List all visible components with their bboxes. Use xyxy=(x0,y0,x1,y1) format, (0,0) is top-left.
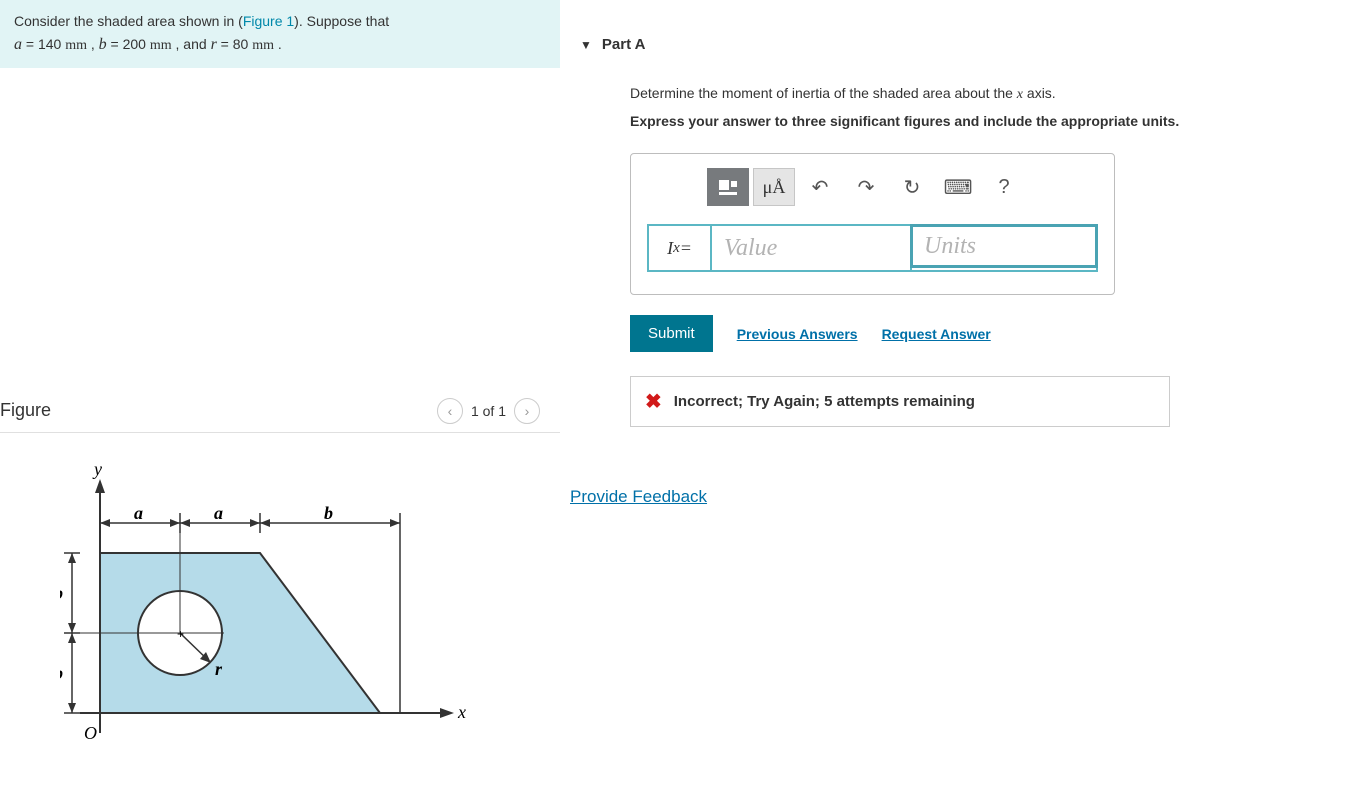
answer-lhs: Ix = xyxy=(649,226,712,270)
reset-button[interactable]: ↻ xyxy=(891,168,933,206)
templates-button[interactable] xyxy=(707,168,749,206)
dim-b-lower: b xyxy=(60,663,63,683)
figure-pager: ‹ 1 of 1 › xyxy=(437,398,540,424)
submit-button[interactable]: Submit xyxy=(630,315,713,352)
text: , and xyxy=(172,36,211,52)
units-input[interactable] xyxy=(910,224,1098,268)
figure-image: y x O a a b xyxy=(0,433,560,753)
svg-text:+: + xyxy=(177,627,184,641)
x-axis-label: x xyxy=(457,702,466,722)
next-figure-button[interactable]: › xyxy=(514,398,540,424)
feedback-box: ✖ Incorrect; Try Again; 5 attempts remai… xyxy=(630,376,1170,427)
dim-b-upper: b xyxy=(60,583,63,603)
dim-a1: a xyxy=(134,503,143,523)
dim-b1: b xyxy=(324,503,333,523)
dim-r: r xyxy=(215,659,223,679)
problem-statement: Consider the shaded area shown in (Figur… xyxy=(0,0,560,68)
unit: mm xyxy=(252,38,274,53)
answer-box: μÅ ↶ ↷ ↻ ⌨ ? Ix = xyxy=(630,153,1115,295)
redo-button[interactable]: ↷ xyxy=(845,168,887,206)
y-axis-label: y xyxy=(92,459,102,479)
toolbar: μÅ ↶ ↷ ↻ ⌨ ? xyxy=(707,168,1098,206)
origin-label: O xyxy=(84,723,97,743)
text: . xyxy=(274,36,282,52)
previous-answers-link[interactable]: Previous Answers xyxy=(737,326,858,342)
collapse-icon: ▼ xyxy=(580,38,592,52)
unit: mm xyxy=(65,38,87,53)
var-a: a xyxy=(14,36,22,53)
text: , xyxy=(87,36,99,52)
text: = 140 xyxy=(22,36,65,52)
text: = 200 xyxy=(107,36,150,52)
undo-button[interactable]: ↶ xyxy=(799,168,841,206)
figure-link[interactable]: Figure 1 xyxy=(243,13,294,29)
keyboard-button[interactable]: ⌨ xyxy=(937,168,979,206)
provide-feedback-link[interactable]: Provide Feedback xyxy=(570,487,707,507)
incorrect-icon: ✖ xyxy=(645,389,662,414)
request-answer-link[interactable]: Request Answer xyxy=(882,326,991,342)
unit: mm xyxy=(150,38,172,53)
special-chars-button[interactable]: μÅ xyxy=(753,168,795,206)
feedback-message: Incorrect; Try Again; 5 attempts remaini… xyxy=(674,393,975,410)
text: Consider the shaded area shown in ( xyxy=(14,13,243,29)
figure-count: 1 of 1 xyxy=(471,403,506,419)
prev-figure-button[interactable]: ‹ xyxy=(437,398,463,424)
part-label: Part A xyxy=(602,36,646,53)
value-input[interactable] xyxy=(712,226,912,270)
templates-icon xyxy=(719,180,737,195)
text: ). Suppose that xyxy=(294,13,389,29)
var-b: b xyxy=(99,36,107,53)
figure-title: Figure xyxy=(0,400,51,421)
part-header[interactable]: ▼ Part A xyxy=(580,30,1369,67)
answer-input-row: Ix = xyxy=(647,224,1098,272)
text: = 80 xyxy=(217,36,252,52)
dim-a2: a xyxy=(214,503,223,523)
help-button[interactable]: ? xyxy=(983,168,1025,206)
express-instruction: Express your answer to three significant… xyxy=(630,113,1339,129)
instruction-text: Determine the moment of inertia of the s… xyxy=(630,85,1339,103)
